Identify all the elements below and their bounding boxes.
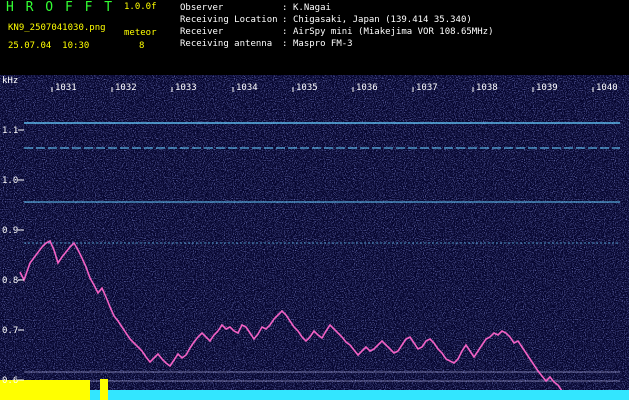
x-tick-label: 1032 (115, 83, 137, 93)
location-value: Chigasaki, Japan (139.414 35.340) (293, 15, 472, 25)
y-tick-label: 0.9 (2, 226, 18, 236)
observer-value: K.Nagai (293, 3, 331, 13)
meteor-label: meteor (124, 28, 157, 38)
x-tick-label: 1031 (55, 83, 77, 93)
app-title: H R O F F T (6, 0, 115, 15)
location-key: Receiving Location (180, 15, 278, 25)
receiver-sep: : (282, 27, 288, 37)
header-panel: H R O F F T 1.0.0f KN9_2507041030.png 25… (0, 0, 629, 75)
observer-sep: : (282, 3, 288, 13)
receiver-value: AirSpy mini (Miakejima VOR 108.65MHz) (293, 27, 494, 37)
x-tick-label: 1033 (175, 83, 197, 93)
antenna-sep: : (282, 39, 288, 49)
x-tick-label: 1039 (536, 83, 558, 93)
location-sep: : (282, 15, 288, 25)
x-tick-label: 1035 (296, 83, 318, 93)
y-tick-label: 1.0 (2, 176, 18, 186)
file-name: KN9_2507041030.png (8, 23, 106, 33)
y-tick-label: 1.1 (2, 126, 18, 136)
yellow-block (100, 379, 108, 400)
receiver-key: Receiver (180, 27, 224, 37)
x-tick-label: 1038 (476, 83, 498, 93)
observer-key: Observer (180, 3, 224, 13)
antenna-key: Receiving antenna (180, 39, 273, 49)
meteor-count: 8 (139, 41, 145, 51)
x-tick-label: 1034 (236, 83, 258, 93)
bottom-bar (90, 390, 629, 400)
spectrogram: kHz 1031 1032 1033 1034 1035 1036 1037 1… (0, 75, 629, 400)
antenna-value: Maspro FM-3 (293, 39, 353, 49)
y-tick-label: 0.7 (2, 326, 18, 336)
y-axis-unit: kHz (2, 76, 18, 86)
x-tick-label: 1040 (596, 83, 618, 93)
y-tick-label: 0.6 (2, 376, 18, 386)
x-tick-label: 1037 (416, 83, 438, 93)
app-version: 1.0.0f (124, 2, 157, 12)
y-tick-label: 0.8 (2, 276, 18, 286)
date-time: 25.07.04 10:30 (8, 41, 90, 51)
x-tick-label: 1036 (356, 83, 378, 93)
